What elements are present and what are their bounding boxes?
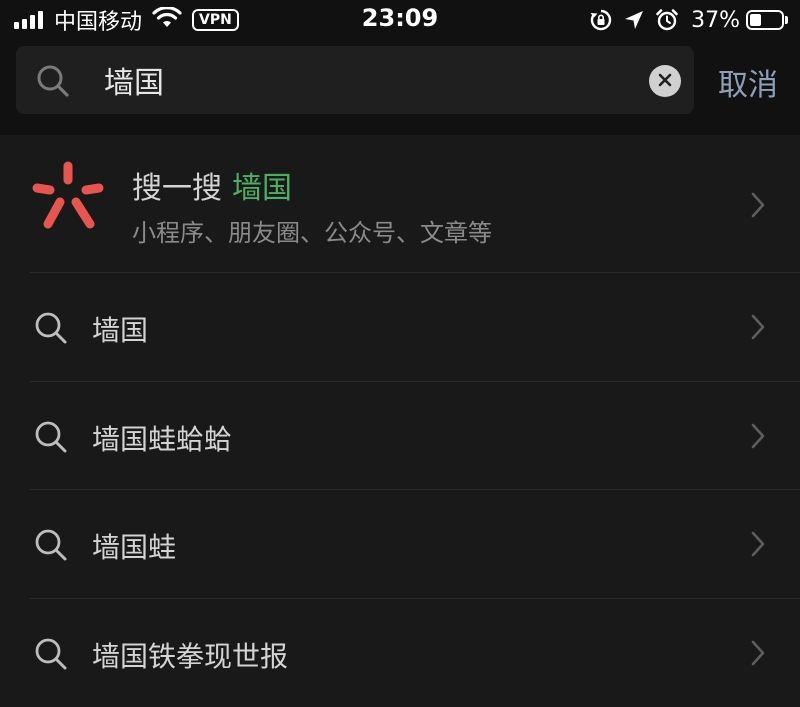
suggestion-item[interactable]: 墙国蛙 [0, 490, 800, 599]
search-icon [34, 637, 68, 675]
battery-level [750, 14, 761, 26]
sousou-keyword: 墙国 [232, 171, 292, 206]
sousou-logo-icon [30, 160, 106, 240]
suggestion-item[interactable]: 墙国 [0, 273, 800, 382]
sousou-row[interactable]: 搜一搜墙国 小程序、朋友圈、公众号、文章等 [0, 135, 800, 273]
status-bar: 中国移动 VPN 23:09 [0, 0, 800, 40]
chevron-right-icon [750, 422, 766, 454]
close-icon [658, 72, 672, 91]
sousou-subtitle: 小程序、朋友圈、公众号、文章等 [132, 213, 492, 248]
search-input[interactable] [104, 58, 644, 102]
alarm-icon [655, 8, 679, 32]
suggestion-text: 墙国蛙蛤蛤 [92, 418, 232, 458]
search-box[interactable] [16, 46, 694, 114]
search-icon [34, 528, 68, 566]
battery-icon [746, 10, 784, 30]
chevron-right-icon [750, 639, 766, 671]
chevron-right-icon [750, 191, 766, 223]
battery-cap [785, 16, 788, 24]
search-header: 取消 [0, 40, 800, 135]
suggestion-text: 墙国 [92, 309, 148, 349]
sousou-label: 搜一搜 [132, 171, 222, 206]
chevron-right-icon [750, 530, 766, 562]
status-right: 37% [579, 6, 788, 34]
sousou-title: 搜一搜墙国 [132, 163, 292, 207]
rotation-lock-icon [589, 8, 613, 32]
search-icon [34, 420, 68, 458]
location-icon [623, 9, 645, 31]
suggestion-item[interactable]: 墙国铁拳现世报 [0, 599, 800, 707]
chevron-right-icon [750, 313, 766, 345]
battery-percent: 37% [691, 8, 740, 33]
search-icon [34, 311, 68, 349]
cancel-button[interactable]: 取消 [718, 60, 778, 104]
suggestion-text: 墙国铁拳现世报 [92, 635, 288, 675]
search-results-list: 搜一搜墙国 小程序、朋友圈、公众号、文章等 墙国 [0, 135, 800, 707]
suggestion-text: 墙国蛙 [92, 526, 176, 566]
clear-search-button[interactable] [649, 65, 681, 97]
suggestion-item[interactable]: 墙国蛙蛤蛤 [0, 382, 800, 491]
search-icon [36, 64, 70, 102]
